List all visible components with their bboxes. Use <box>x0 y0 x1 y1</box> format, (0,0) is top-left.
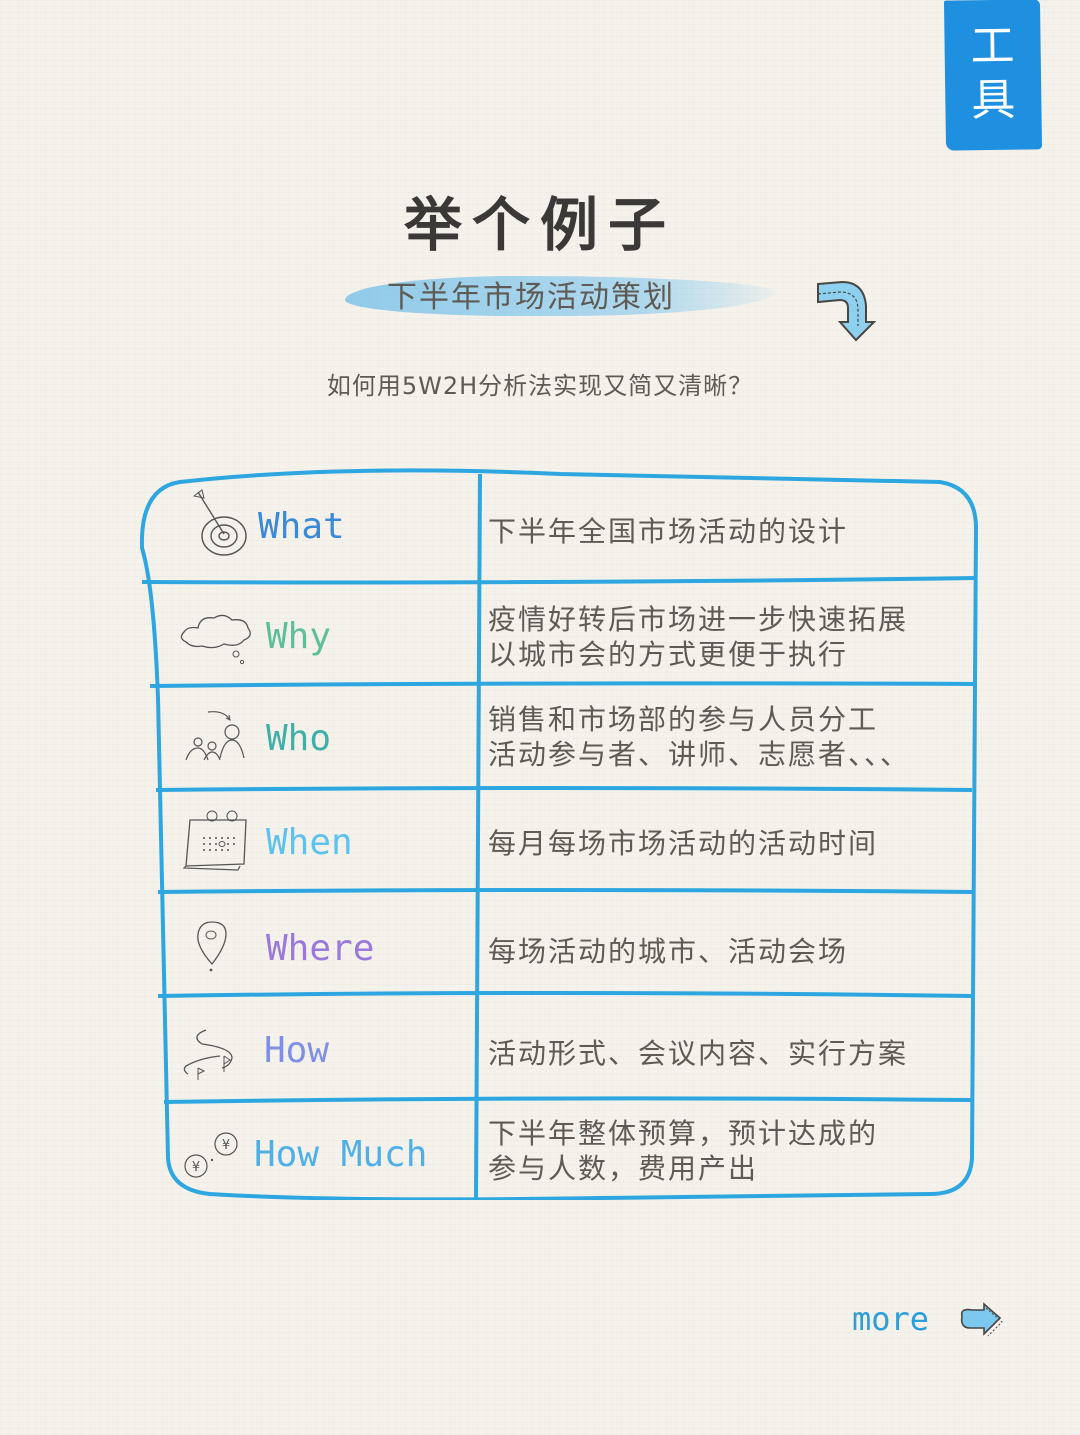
question-text: 如何用5W2H分析法实现又简又清晰？ <box>326 372 754 400</box>
5w2h-table: What 下半年全国市场活动的设计 Why 疫情好转后市场进一步快速拓展 以城市… <box>140 468 978 1200</box>
row-description: 下半年全国市场活动的设计 <box>488 515 849 548</box>
row-label: How Much <box>254 1134 428 1175</box>
row-description: 下半年整体预算，预计达成的 参与人数，费用产出 <box>488 1117 879 1185</box>
table-row-what: What 下半年全国市场活动的设计 <box>140 468 978 582</box>
row-description: 每月每场市场活动的活动时间 <box>488 827 879 860</box>
tag-char-2: 具 <box>971 74 1016 127</box>
table-row-who: Who 销售和市场部的参与人员分工 活动参与者、讲师、志愿者、、、 <box>140 686 978 790</box>
row-label: How <box>264 1030 330 1071</box>
target-icon <box>192 489 247 556</box>
calendar-icon <box>182 810 247 871</box>
route-flags-icon <box>183 1029 233 1080</box>
more-link[interactable]: more <box>852 1300 929 1338</box>
table-row-how-much: ¥ ¥ How Much 下半年整体预算，预计达成的 参与人数，费用产出 <box>140 1100 978 1200</box>
table-row-why: Why 疫情好转后市场进一步快速拓展 以城市会的方式更便于执行 <box>140 582 978 686</box>
table-row-how: How 活动形式、会议内容、实行方案 <box>140 996 978 1100</box>
row-label: Where <box>266 928 375 969</box>
table-row-where: Where 每场活动的城市、活动会场 <box>140 892 978 996</box>
row-label: Who <box>266 718 332 759</box>
row-description: 疫情好转后市场进一步快速拓展 以城市会的方式更便于执行 <box>488 603 909 671</box>
arrow-right-icon[interactable] <box>956 1300 1006 1340</box>
category-tag: 工 具 <box>943 0 1043 151</box>
table-row-when: When 每月每场市场活动的活动时间 <box>140 790 978 892</box>
subtitle: 下半年市场活动策划 <box>387 280 675 315</box>
page-title: 举个例子 <box>403 191 676 259</box>
row-label: When <box>266 822 353 863</box>
yuan-coins-icon: ¥ ¥ <box>184 1132 238 1178</box>
svg-text:¥: ¥ <box>222 1138 230 1153</box>
row-description: 活动形式、会议内容、实行方案 <box>488 1037 909 1070</box>
row-description: 每场活动的城市、活动会场 <box>488 935 849 968</box>
svg-text:¥: ¥ <box>192 1160 200 1175</box>
row-description: 销售和市场部的参与人员分工 活动参与者、讲师、志愿者、、、 <box>488 703 911 771</box>
thought-cloud-icon <box>180 614 251 665</box>
row-label: What <box>258 506 345 547</box>
subtitle-banner: 下半年市场活动策划 <box>345 270 785 326</box>
people-icon <box>185 711 245 761</box>
tag-char-1: 工 <box>970 20 1015 73</box>
location-pin-icon <box>197 921 227 972</box>
curved-arrow-down-icon <box>817 280 876 342</box>
row-label: Why <box>266 616 332 657</box>
